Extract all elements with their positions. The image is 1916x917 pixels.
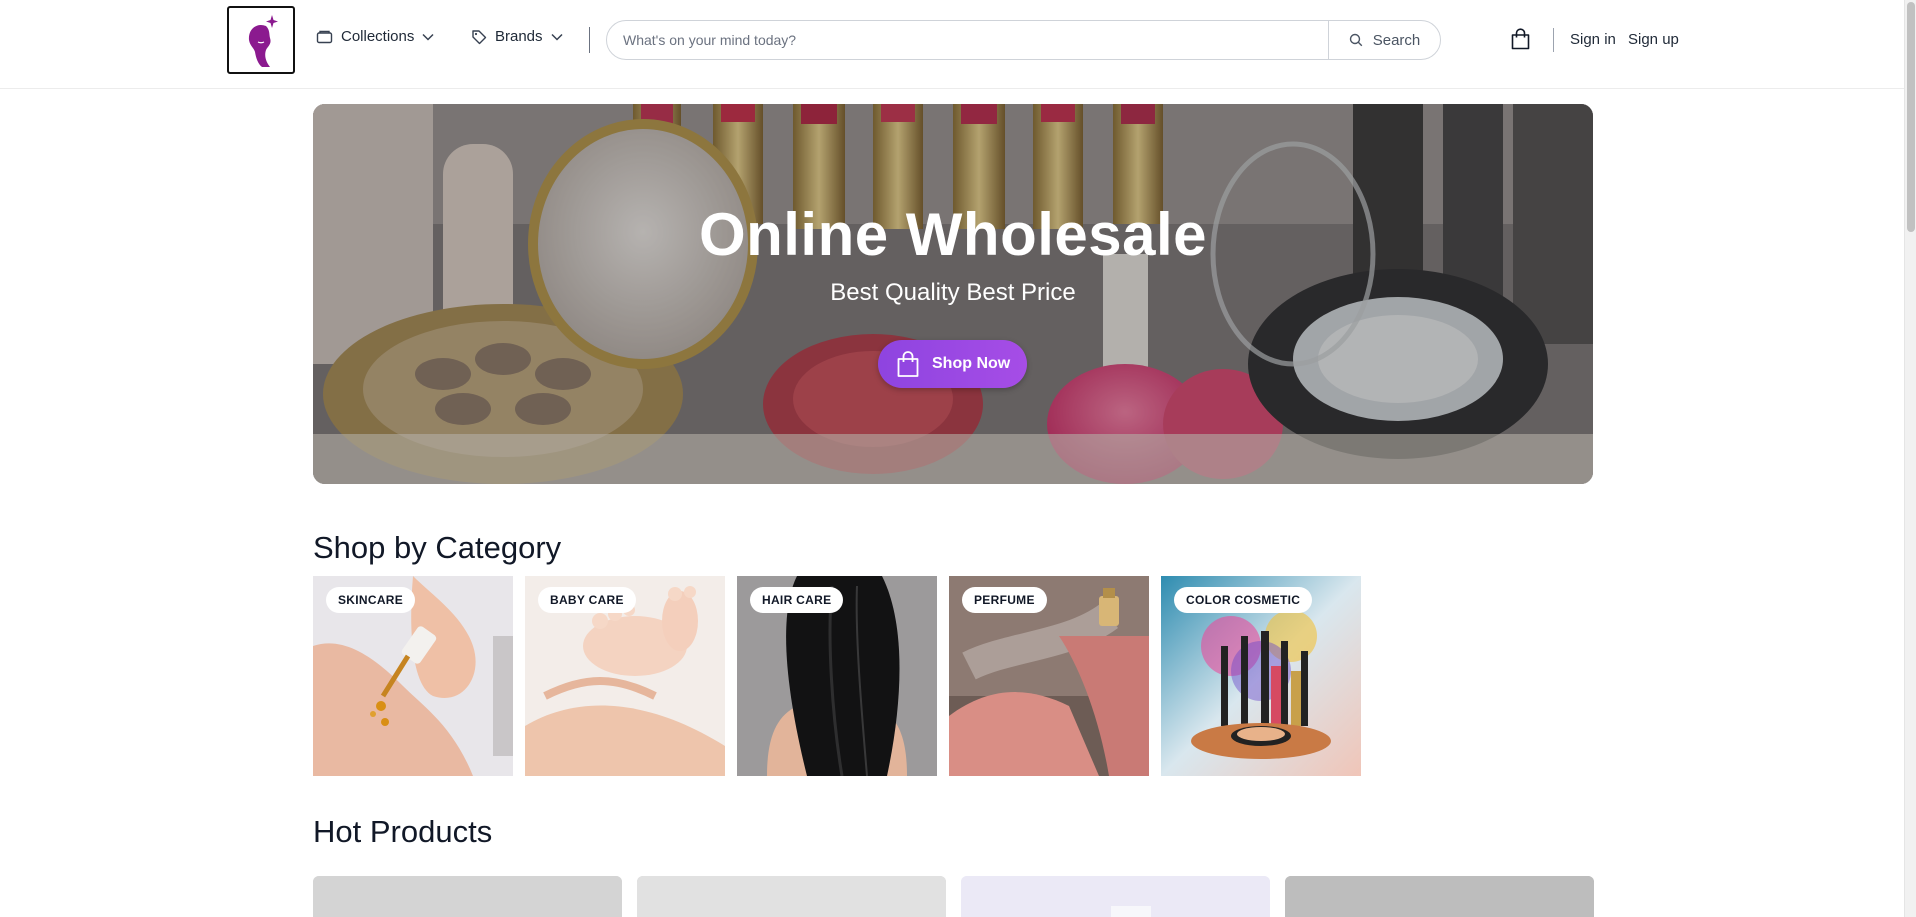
category-label: SKINCARE <box>326 587 416 613</box>
category-label: PERFUME <box>962 587 1047 613</box>
product-image <box>1285 876 1594 917</box>
category-card-perfume[interactable]: PERFUME <box>949 576 1149 776</box>
hot-products-title: Hot Products <box>313 814 493 849</box>
shopping-bag-icon <box>1511 28 1530 50</box>
product-image <box>313 876 622 917</box>
category-card-skincare[interactable]: SKINCARE <box>313 576 513 776</box>
category-label: BABY CARE <box>538 587 636 613</box>
product-card[interactable] <box>1285 876 1594 917</box>
sign-up-link[interactable]: Sign up <box>1628 31 1679 48</box>
nav-collections[interactable]: Collections <box>316 28 434 45</box>
header-divider <box>1553 28 1554 52</box>
chevron-down-icon <box>551 33 563 41</box>
search-bar: Search <box>606 20 1441 60</box>
category-card-baby-care[interactable]: BABY CARE <box>525 576 725 776</box>
logo-icon <box>248 15 278 67</box>
shop-by-category-title: Shop by Category <box>313 530 562 565</box>
nav-collections-label: Collections <box>341 28 415 45</box>
category-card-color-cosmetic[interactable]: COLOR COSMETIC <box>1161 576 1361 776</box>
search-button[interactable]: Search <box>1328 21 1440 59</box>
shopping-bag-icon <box>897 351 919 377</box>
search-button-label: Search <box>1372 31 1421 49</box>
nav-brands[interactable]: Brands <box>471 28 563 45</box>
hero-subtitle: Best Quality Best Price <box>830 279 1076 306</box>
hero-title: Online Wholesale <box>698 201 1208 268</box>
sign-in-link[interactable]: Sign in <box>1570 31 1616 48</box>
page-scrollbar[interactable] <box>1904 0 1916 917</box>
category-label: COLOR COSMETIC <box>1174 587 1313 613</box>
logo[interactable] <box>227 6 295 74</box>
product-card[interactable] <box>637 876 946 917</box>
category-card-hair-care[interactable]: HAIR CARE <box>737 576 937 776</box>
product-card[interactable] <box>961 876 1270 917</box>
product-card[interactable] <box>313 876 622 917</box>
product-image <box>961 876 1270 917</box>
site-header: Collections Brands Search Si <box>0 0 1904 89</box>
search-input[interactable] <box>607 21 1328 59</box>
category-label: HAIR CARE <box>750 587 844 613</box>
search-icon <box>1349 33 1363 47</box>
shop-now-button[interactable]: Shop Now <box>878 340 1027 388</box>
hero-banner: Online Wholesale Best Quality Best Price… <box>313 104 1593 484</box>
scrollbar-thumb[interactable] <box>1907 2 1915 232</box>
chevron-down-icon <box>422 33 434 41</box>
shop-now-label: Shop Now <box>932 355 1011 372</box>
nav-divider <box>589 27 590 53</box>
cart-button[interactable] <box>1510 28 1531 55</box>
nav-brands-label: Brands <box>495 28 543 45</box>
collection-icon <box>316 30 333 44</box>
product-image <box>637 876 946 917</box>
tag-icon <box>472 29 487 44</box>
